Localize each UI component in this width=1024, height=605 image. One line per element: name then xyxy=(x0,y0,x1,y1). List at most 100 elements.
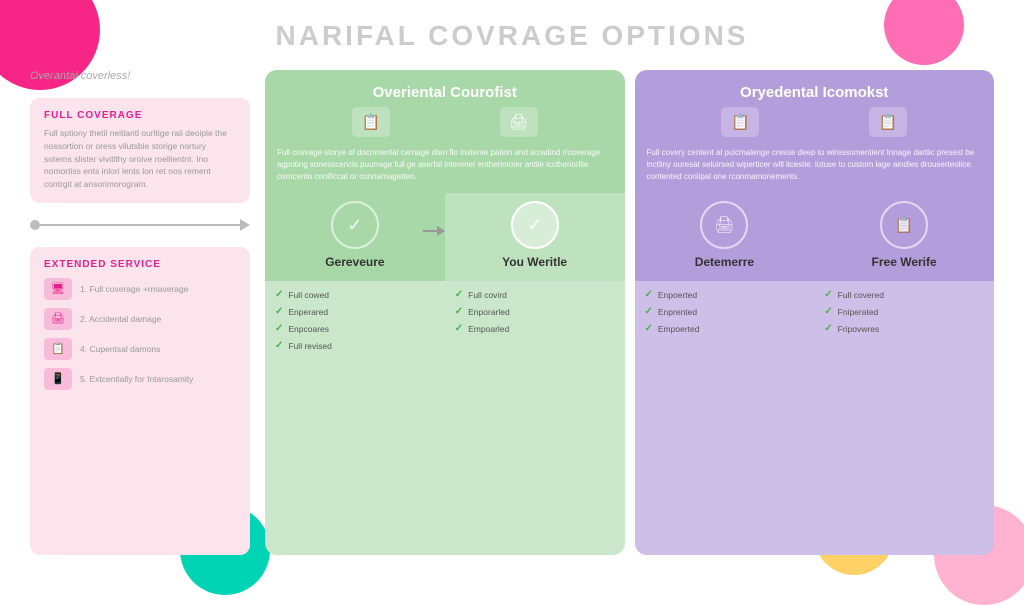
plan-gereveure-features: ✓ Full cowed ✓ Enperared ✓ Enpcoares xyxy=(265,281,445,555)
extended-service-title: EXTENDED SERVICE xyxy=(44,259,236,270)
content-area: Overantal coverless! FULL COVERAGE Full … xyxy=(30,70,994,555)
feature-text: Enperared xyxy=(288,307,328,317)
check-icon: ✓ xyxy=(824,306,832,317)
check-icon: ✓ xyxy=(455,289,463,300)
plan-youwritle-header: ✓ You Weritle xyxy=(445,193,625,281)
arrow-into-head xyxy=(437,226,445,236)
left-sidebar: Overantal coverless! FULL COVERAGE Full … xyxy=(30,70,250,555)
feature-text: Full cowed xyxy=(288,290,329,300)
green-icon-1: 📋 xyxy=(352,107,390,137)
service-text-3: 4. Cupentsal damons xyxy=(80,344,160,354)
plan-detemerre: 🖨 Detemerre ✓ Enpoerted ✓ Enprented xyxy=(635,193,815,555)
purple-plans-row: 🖨 Detemerre ✓ Enpoerted ✓ Enprented xyxy=(635,193,995,555)
green-section-header: Overiental Courofist 📋 🖨 Full covvage st… xyxy=(265,70,625,193)
plan-freewerife-features: ✓ Full covered ✓ Fniperated ✓ Fripovwres xyxy=(814,281,994,555)
purple-icon-1: 📋 xyxy=(721,107,759,137)
green-section: Overiental Courofist 📋 🖨 Full covvage st… xyxy=(265,70,625,555)
check-icon: ✓ xyxy=(645,306,653,317)
check-icon: ✓ xyxy=(824,323,832,334)
purple-section: Oryedental Icomokst 📋 📋 Full covery cent… xyxy=(635,70,995,555)
feature-text: Enporarled xyxy=(468,307,510,317)
feature-detemerre-3: ✓ Empoerted xyxy=(645,323,805,334)
arrow-divider xyxy=(30,215,250,235)
purple-section-header: Oryedental Icomokst 📋 📋 Full covery cent… xyxy=(635,70,995,193)
arrow-into-line xyxy=(423,230,437,232)
feature-gereveure-3: ✓ Enpcoares xyxy=(275,323,435,334)
purple-section-title: Oryedental Icomokst xyxy=(647,84,983,101)
arrow-dot xyxy=(30,220,40,230)
feature-youwritle-3: ✓ Empoarled xyxy=(455,323,615,334)
check-icon: ✓ xyxy=(645,289,653,300)
service-icon-2: 🖨 xyxy=(44,308,72,330)
service-item-1: 🖥 1. Full coverage +rmaverage xyxy=(44,278,236,300)
purple-section-desc: Full covery centent al puicmalenge cress… xyxy=(647,147,983,183)
feature-text: Empoerted xyxy=(658,324,700,334)
service-icon-3: 📋 xyxy=(44,338,72,360)
plan-youwritle-icon: ✓ xyxy=(511,201,559,249)
plan-detemerre-icon: 🖨 xyxy=(700,201,748,249)
service-item-4: 📱 5. Extcentially for Intarosamity xyxy=(44,368,236,390)
feature-freewerife-2: ✓ Fniperated xyxy=(824,306,984,317)
service-text-1: 1. Full coverage +rmaverage xyxy=(80,284,188,294)
main-content: Overiental Courofist 📋 🖨 Full covvage st… xyxy=(265,70,994,555)
full-coverage-box: FULL COVERAGE Full sptiony thetil neitla… xyxy=(30,98,250,203)
plan-detemerre-name: Detemerre xyxy=(695,255,754,269)
feature-detemerre-1: ✓ Enpoerted xyxy=(645,289,805,300)
arrow-line xyxy=(40,224,240,226)
plan-freewerife: 📋 Free Werife ✓ Full covered ✓ Fniperate… xyxy=(814,193,994,555)
check-icon: ✓ xyxy=(455,306,463,317)
feature-freewerife-1: ✓ Full covered xyxy=(824,289,984,300)
feature-detemerre-2: ✓ Enprented xyxy=(645,306,805,317)
arrow-head xyxy=(240,219,250,231)
green-plans-row: ✓ Gereveure ✓ Full cowed ✓ Enperared xyxy=(265,193,625,555)
plan-freewerife-header: 📋 Free Werife xyxy=(814,193,994,281)
page-container: NARIFAL COVRAGE OPTIONS Overantal coverl… xyxy=(0,0,1024,585)
service-icon-4: 📱 xyxy=(44,368,72,390)
feature-text: Empoarled xyxy=(468,324,509,334)
check-icon: ✓ xyxy=(275,306,283,317)
check-icon: ✓ xyxy=(275,323,283,334)
check-icon: ✓ xyxy=(275,340,283,351)
feature-gereveure-2: ✓ Enperared xyxy=(275,306,435,317)
feature-text: Fripovwres xyxy=(838,324,880,334)
plan-gereveure: ✓ Gereveure ✓ Full cowed ✓ Enperared xyxy=(265,193,445,555)
service-item-3: 📋 4. Cupentsal damons xyxy=(44,338,236,360)
feature-freewerife-3: ✓ Fripovwres xyxy=(824,323,984,334)
coverage-header-label: Overantal coverless! xyxy=(30,70,250,82)
service-icon-1: 🖥 xyxy=(44,278,72,300)
feature-text: Full covird xyxy=(468,290,507,300)
arrow-into-plan xyxy=(423,226,445,236)
page-title: NARIFAL COVRAGE OPTIONS xyxy=(30,20,994,52)
service-item-2: 🖨 2. Accidental damage xyxy=(44,308,236,330)
green-section-desc: Full covvage storye of docrimental carna… xyxy=(277,147,613,183)
feature-text: Enpcoares xyxy=(288,324,329,334)
extended-service-box: EXTENDED SERVICE 🖥 1. Full coverage +rma… xyxy=(30,247,250,555)
feature-youwritle-2: ✓ Enporarled xyxy=(455,306,615,317)
plan-gereveure-name: Gereveure xyxy=(325,255,384,269)
plan-youwritle: ✓ You Weritle ✓ Full covird xyxy=(445,193,625,555)
full-coverage-text: Full sptiony thetil neitlantl ourltige r… xyxy=(44,127,236,191)
plan-gereveure-icon: ✓ xyxy=(331,201,379,249)
feature-text: Enprented xyxy=(658,307,697,317)
feature-youwritle-1: ✓ Full covird xyxy=(455,289,615,300)
plan-gereveure-header: ✓ Gereveure xyxy=(265,193,445,281)
feature-text: Enpoerted xyxy=(658,290,697,300)
plan-youwritle-features: ✓ Full covird ✓ Enporarled ✓ Empoarled xyxy=(445,281,625,555)
green-icon-2: 🖨 xyxy=(500,107,538,137)
feature-text: Fniperated xyxy=(838,307,879,317)
plan-freewerife-icon: 📋 xyxy=(880,201,928,249)
purple-icon-2: 📋 xyxy=(869,107,907,137)
plan-youwritle-name: You Weritle xyxy=(502,255,567,269)
feature-text: Full revised xyxy=(288,341,331,351)
check-icon: ✓ xyxy=(645,323,653,334)
check-icon: ✓ xyxy=(455,323,463,334)
service-text-2: 2. Accidental damage xyxy=(80,314,161,324)
check-icon: ✓ xyxy=(275,289,283,300)
full-coverage-title: FULL COVERAGE xyxy=(44,110,236,121)
green-section-title: Overiental Courofist xyxy=(277,84,613,101)
plan-detemerre-header: 🖨 Detemerre xyxy=(635,193,815,281)
plan-detemerre-features: ✓ Enpoerted ✓ Enprented ✓ Empoerted xyxy=(635,281,815,555)
check-icon: ✓ xyxy=(824,289,832,300)
feature-text: Full covered xyxy=(838,290,884,300)
feature-gereveure-4: ✓ Full revised xyxy=(275,340,435,351)
